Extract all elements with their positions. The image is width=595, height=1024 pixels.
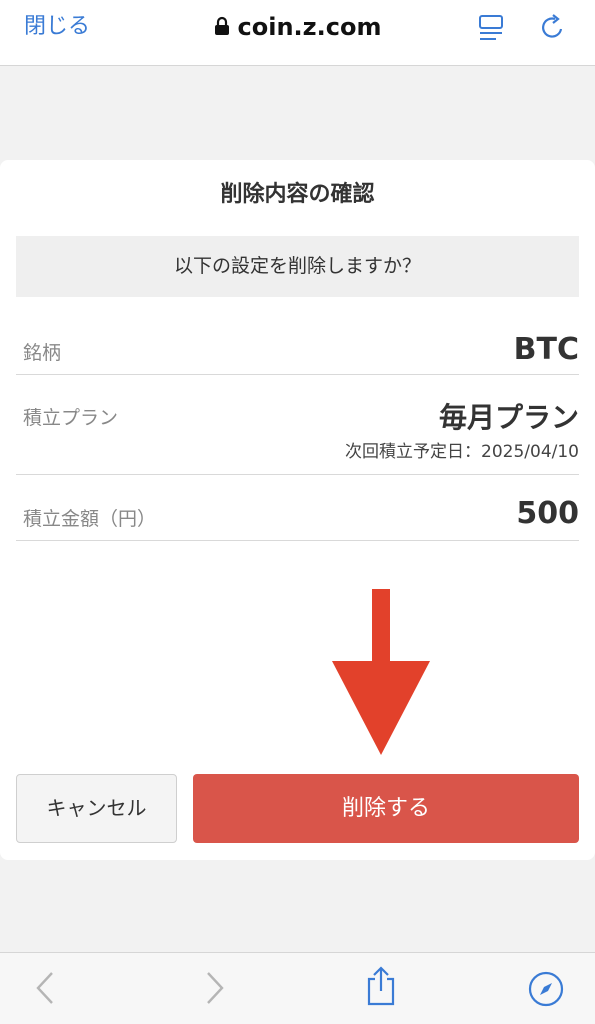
lock-icon xyxy=(214,11,230,45)
row-value-symbol: BTC xyxy=(513,332,579,367)
browser-bottom-bar xyxy=(0,952,595,1024)
share-icon[interactable] xyxy=(364,965,398,1011)
row-value-amount: 500 xyxy=(516,496,579,531)
next-date-text: 次回積立予定日：2025/04/10 xyxy=(345,442,579,462)
back-icon[interactable] xyxy=(34,969,56,1011)
divider xyxy=(16,474,579,475)
cancel-button[interactable]: キャンセル xyxy=(16,774,177,843)
compass-icon[interactable] xyxy=(528,971,564,1011)
dialog-title: 削除内容の確認 xyxy=(220,182,375,207)
row-label-plan: 積立プラン xyxy=(23,407,119,429)
confirm-dialog: 削除内容の確認 以下の設定を削除しますか？ 銘柄 BTC 積立プラン 毎月プラン… xyxy=(0,160,595,860)
question-box: 以下の設定を削除しますか？ xyxy=(16,236,579,297)
down-arrow-annotation-icon xyxy=(332,589,430,761)
delete-button[interactable]: 削除する xyxy=(193,774,579,843)
row-label-symbol: 銘柄 xyxy=(23,342,62,364)
reader-icon[interactable] xyxy=(478,14,504,46)
browser-top-bar: 閉じる coin.z.com xyxy=(0,0,595,66)
divider xyxy=(16,374,579,375)
url-bar[interactable]: coin.z.com xyxy=(0,10,595,45)
row-label-amount: 積立金額（円） xyxy=(23,508,157,530)
divider xyxy=(16,540,579,541)
row-value-plan: 毎月プラン xyxy=(438,401,579,434)
forward-icon[interactable] xyxy=(204,969,226,1011)
url-text: coin.z.com xyxy=(237,13,382,41)
reload-icon[interactable] xyxy=(539,12,567,46)
